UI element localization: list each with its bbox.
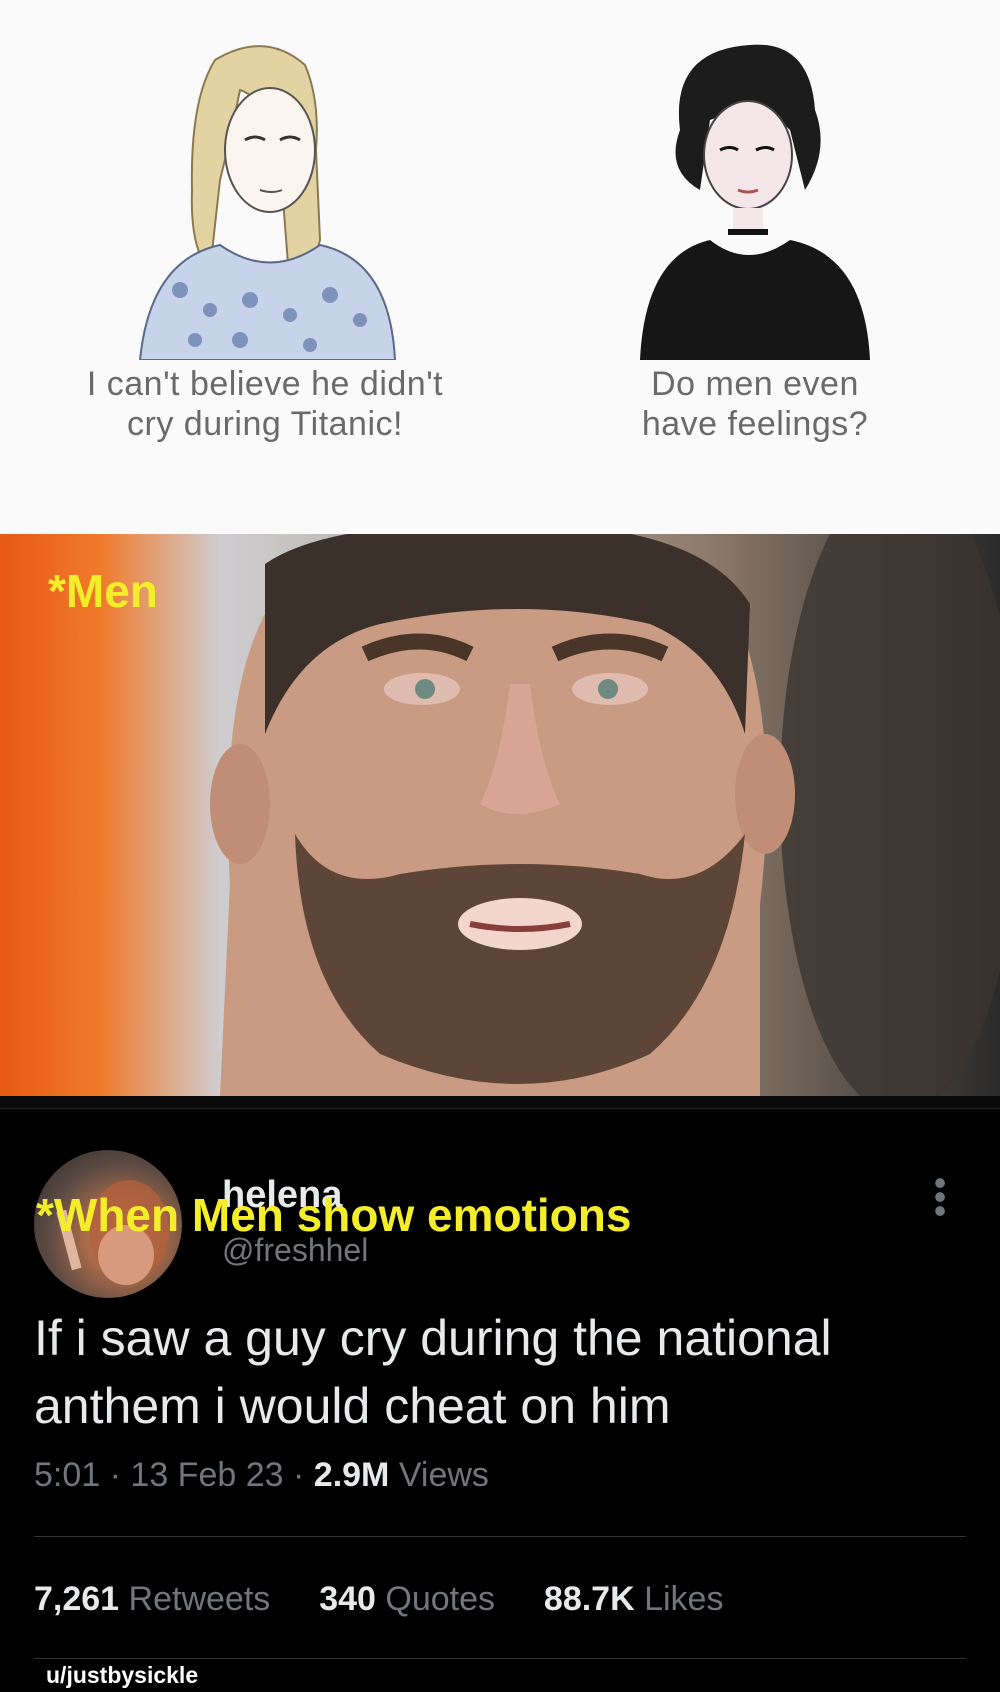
left-comic-caption: I can't believe he didn't cry during Tit… [30,364,500,444]
likes-count: 88.7K [543,1580,635,1618]
men-label: *Men [48,565,158,617]
panel-divider [0,1096,1000,1109]
tweet-date[interactable]: 13 Feb 23 [130,1456,283,1494]
divider [34,1658,966,1659]
more-options-icon[interactable]: • • • [930,1165,950,1229]
crying-man-photo: *Men [0,534,1000,1096]
retweets-count: 7,261 [34,1580,120,1618]
dark-haired-woman-drawing [640,44,870,360]
right-caption-line-1: Do men even [651,365,859,403]
crying-man-illustration [210,534,1000,1096]
tweet-text: If i saw a guy cry during the national a… [34,1310,832,1434]
when-men-show-emotions-caption: *When Men show emotions [36,1189,632,1241]
left-caption-line-1: I can't believe he didn't [86,365,444,403]
left-caption-line-2: cry during Titanic! [127,405,403,443]
likes-label: Likes [644,1580,724,1618]
blonde-woman-drawing [138,45,397,360]
reddit-credit: u/justbysickle [46,1662,199,1688]
views-label: Views [398,1456,489,1494]
tweet-stats: 7,261 Retweets 340 Quotes 88.7K Likes [34,1580,723,1619]
quotes-stat[interactable]: 340 Quotes [319,1580,504,1618]
meta-separator: · [109,1456,131,1494]
tweet-meta: 5:01 · 13 Feb 23 · 2.9M Views [34,1456,489,1495]
likes-stat[interactable]: 88.7K Likes [544,1580,724,1618]
right-caption-line-2: have feelings? [641,405,869,443]
retweets-label: Retweets [128,1580,271,1618]
divider [34,1536,966,1537]
tweet-time[interactable]: 5:01 [34,1456,100,1494]
tweet-panel: helena @freshhel • • • *When Men show emot… [0,1096,1000,1692]
retweets-stat[interactable]: 7,261 Retweets [34,1580,280,1618]
right-comic-caption: Do men even have feelings? [580,364,930,444]
comic-panel: I can't believe he didn't cry during Tit… [0,0,1000,534]
quotes-label: Quotes [385,1580,495,1618]
quotes-count: 340 [319,1580,376,1618]
meta-separator: · [293,1456,314,1494]
views-count: 2.9M [313,1456,390,1494]
